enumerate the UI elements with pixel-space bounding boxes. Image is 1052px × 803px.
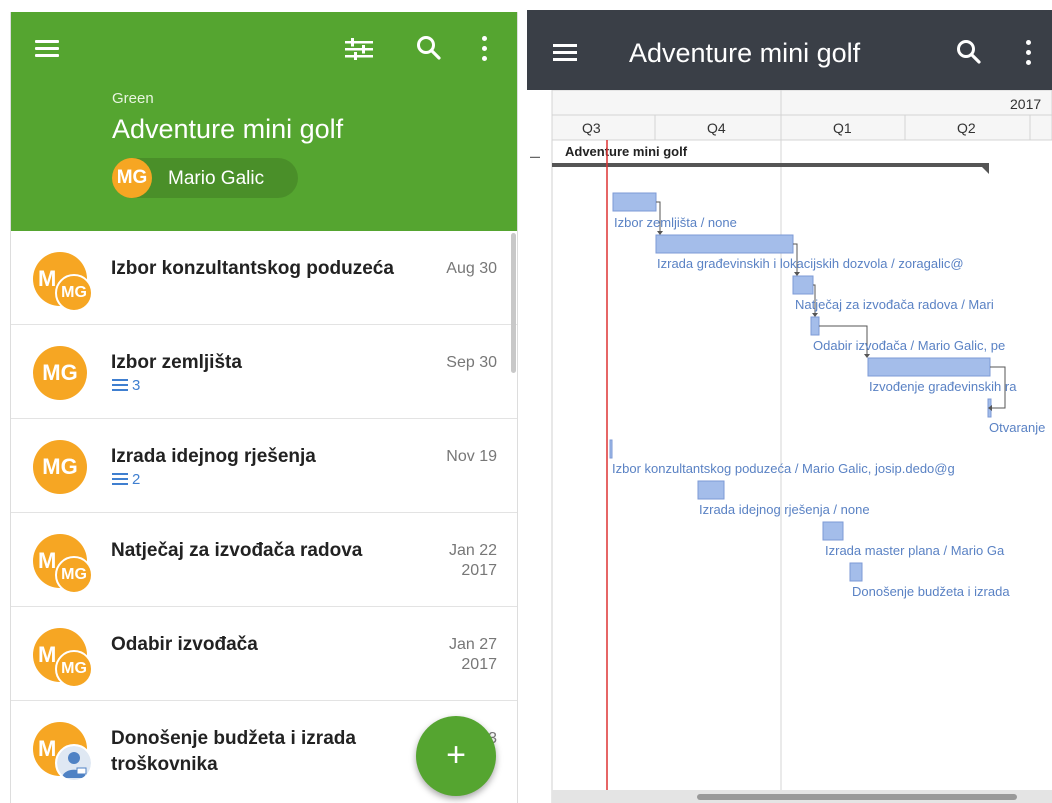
owner-chip[interactable]: MG Mario Galic [112, 158, 298, 198]
quarter-label: Q4 [707, 120, 726, 136]
list-item[interactable]: M MG Odabir izvođača Jan 27 2017 [11, 607, 517, 701]
project-summary-label: Adventure mini golf [565, 144, 688, 159]
person-icon [55, 744, 93, 782]
avatar: M MG [33, 252, 93, 312]
project-title: Adventure mini golf [112, 114, 344, 144]
task-list: M MG Izbor konzultantskog poduzeća Aug 3… [11, 231, 517, 795]
task-due-date: Aug 30 [446, 260, 497, 277]
task-due-date: Sep 30 [446, 354, 497, 371]
task-title: Odabir izvođača [111, 634, 258, 655]
quarter-label: Q3 [582, 120, 601, 136]
gantt-task-label: Natječaj za izvođača radova / Mari [795, 297, 994, 312]
gantt-task-label: Odabir izvođača / Mario Galic, pe [813, 338, 1005, 353]
avatar: MG [33, 440, 87, 494]
list-item[interactable]: M MG Natječaj za izvođača radova Jan 22 2… [11, 513, 517, 607]
gantt-task-label: Izbor zemljišta / none [614, 215, 737, 230]
project-category: Green [112, 90, 154, 107]
task-title: Izrada idejnog rješenja [111, 446, 316, 467]
scrollbar[interactable] [511, 233, 516, 373]
owner-name: Mario Galic [168, 168, 265, 189]
quarter-label: Q2 [957, 120, 976, 136]
search-icon[interactable] [955, 38, 983, 66]
task-title: Izbor konzultantskog poduzeća [111, 258, 394, 279]
gantt-task-bar[interactable] [822, 521, 844, 541]
avatar: MG [112, 158, 152, 198]
list-item[interactable]: MG Izrada idejnog rješenja Nov 19 2 [11, 419, 517, 513]
subtask-count: 3 [112, 377, 140, 394]
checklist-icon [112, 473, 128, 485]
gantt-task-bar[interactable] [612, 192, 657, 212]
gantt-task-label: Izvođenje građevinskih ra [869, 379, 1017, 394]
gantt-task-label: Donošenje budžeta i izrada [852, 584, 1010, 599]
task-title: Izbor zemljišta [111, 352, 242, 373]
gantt-task-label: Izbor konzultantskog poduzeća / Mario Ga… [612, 461, 955, 476]
gantt-task-label: Izrada građevinskih i lokacijskih dozvol… [657, 256, 964, 271]
avatar: M [33, 722, 93, 782]
quarter-label: Q1 [833, 120, 852, 136]
scrollbar-thumb[interactable] [697, 794, 1017, 800]
project-summary-bar[interactable] [552, 163, 989, 167]
more-vert-icon[interactable] [481, 36, 489, 62]
gantt-task-bar[interactable] [810, 316, 820, 336]
year-label: 2017 [1010, 96, 1041, 112]
list-item[interactable]: M MG Izbor konzultantskog poduzeća Aug 3… [11, 231, 517, 325]
menu-icon[interactable] [35, 40, 59, 58]
task-due-date: Jan 22 2017 [448, 542, 497, 579]
gantt-screen: Adventure mini golf 2017 Q3 Q4 Q1 Q2 – A… [527, 10, 1052, 803]
page-title: Adventure mini golf [629, 38, 861, 68]
gantt-task-label: Izrada master plana / Mario Ga [825, 543, 1005, 558]
gantt-task-label: Otvaranje [989, 420, 1045, 435]
more-vert-icon[interactable] [1025, 40, 1033, 66]
collapse-toggle[interactable]: – [530, 146, 540, 166]
tune-icon[interactable] [345, 38, 373, 60]
list-item[interactable]: MG Izbor zemljišta Sep 30 3 [11, 325, 517, 419]
search-icon[interactable] [415, 34, 443, 62]
gantt-chart[interactable]: 2017 Q3 Q4 Q1 Q2 – Adventure mini golf I… [527, 90, 1052, 803]
task-due-date: Nov 19 [446, 448, 497, 465]
gantt-task-bar[interactable] [792, 275, 814, 295]
checklist-icon [112, 379, 128, 391]
menu-icon[interactable] [553, 44, 577, 62]
gantt-task-bar[interactable] [849, 562, 863, 582]
gantt-task-bar[interactable] [697, 480, 725, 500]
task-title: Donošenje budžeta i izrada troškovnika [111, 728, 356, 775]
gantt-toolbar: Adventure mini golf [527, 10, 1052, 90]
task-due-date: Jan 27 2017 [448, 636, 497, 673]
gantt-task-label: Izrada idejnog rješenja / none [699, 502, 870, 517]
gantt-task-bar[interactable] [609, 439, 613, 459]
task-list-screen: Green Adventure mini golf MG Mario Galic… [10, 12, 518, 803]
avatar: MG [33, 346, 87, 400]
task-title: Natječaj za izvođača radova [111, 540, 363, 561]
gantt-task-bar[interactable] [655, 234, 794, 254]
project-header: Green Adventure mini golf MG Mario Galic [11, 12, 517, 231]
add-task-button[interactable]: + [416, 716, 496, 796]
gantt-task-bar[interactable] [867, 357, 991, 377]
avatar: M MG [33, 534, 93, 594]
avatar: M MG [33, 628, 93, 688]
subtask-count: 2 [112, 471, 140, 488]
